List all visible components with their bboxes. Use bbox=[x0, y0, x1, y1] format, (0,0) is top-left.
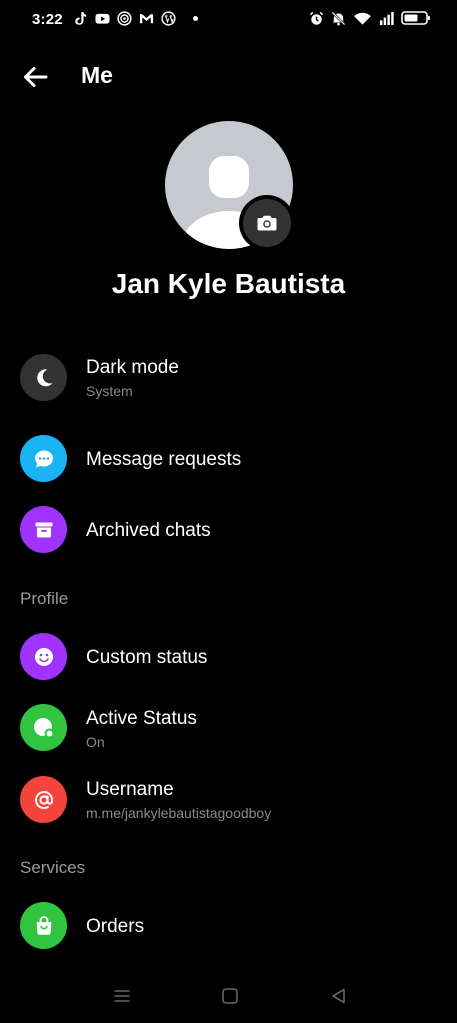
username-icon-circle bbox=[20, 776, 67, 823]
active-status-label: Active Status bbox=[86, 708, 197, 729]
moon-icon bbox=[36, 368, 52, 386]
menu-item-message-requests[interactable]: Message requests bbox=[0, 427, 457, 491]
wordpress-icon bbox=[161, 11, 176, 26]
recent-apps-icon[interactable] bbox=[111, 985, 133, 1007]
active-status-value: On bbox=[86, 734, 105, 750]
shopping-bag-icon bbox=[36, 915, 51, 935]
status-time: 3:22 bbox=[32, 11, 63, 28]
profile-name: Jan Kyle Bautista bbox=[111, 268, 346, 299]
home-button-icon[interactable] bbox=[219, 985, 241, 1007]
at-sign-icon bbox=[34, 790, 53, 809]
target-icon bbox=[117, 11, 132, 26]
archive-box-icon bbox=[35, 522, 52, 537]
menu-item-dark-mode[interactable]: Dark mode System bbox=[0, 345, 457, 409]
username-value: m.me/jankylebautistagoodboy bbox=[86, 805, 272, 821]
message-requests-icon-circle bbox=[20, 435, 67, 482]
wifi-icon bbox=[354, 12, 371, 25]
orders-label: Orders bbox=[86, 916, 145, 937]
alarm-icon bbox=[309, 11, 324, 25]
camera-icon bbox=[257, 215, 277, 231]
change-photo-button[interactable] bbox=[239, 195, 295, 251]
chat-bubble-icon bbox=[34, 450, 53, 467]
youtube-icon bbox=[95, 13, 110, 24]
message-requests-label: Message requests bbox=[86, 449, 242, 470]
menu-item-orders[interactable]: Orders bbox=[0, 894, 457, 958]
system-icons bbox=[309, 10, 431, 26]
dark-mode-value: System bbox=[86, 383, 133, 399]
active-status-icon bbox=[33, 717, 54, 738]
tiktok-icon bbox=[75, 11, 87, 25]
battery-icon bbox=[401, 11, 430, 25]
archived-chats-icon-circle bbox=[20, 506, 67, 553]
custom-status-label: Custom status bbox=[86, 647, 208, 668]
system-navigation-bar bbox=[0, 967, 457, 1023]
notification-icons bbox=[73, 11, 198, 26]
back-nav-icon[interactable] bbox=[328, 985, 350, 1007]
custom-status-icon-circle bbox=[20, 633, 67, 680]
menu-item-custom-status[interactable]: Custom status bbox=[0, 625, 457, 689]
more-notifications-dot bbox=[193, 16, 198, 21]
orders-icon-circle bbox=[20, 902, 67, 949]
section-header-profile: Profile bbox=[20, 589, 69, 608]
back-arrow-icon[interactable] bbox=[20, 62, 50, 92]
app-header: Me bbox=[0, 56, 457, 98]
menu-item-active-status[interactable]: Active Status On bbox=[0, 696, 457, 760]
gmail-icon bbox=[139, 14, 154, 24]
profile-picture[interactable] bbox=[165, 121, 295, 251]
menu-item-username[interactable]: Username m.me/jankylebautistagoodboy bbox=[0, 767, 457, 831]
username-label: Username bbox=[86, 779, 174, 800]
section-header-services: Services bbox=[20, 858, 86, 877]
smiley-icon bbox=[34, 647, 53, 666]
dark-mode-label: Dark mode bbox=[86, 357, 179, 378]
signal-icon bbox=[379, 11, 394, 25]
dark-mode-icon-circle bbox=[20, 354, 67, 401]
active-status-icon-circle bbox=[20, 704, 67, 751]
menu-item-archived-chats[interactable]: Archived chats bbox=[0, 498, 457, 562]
mute-icon bbox=[331, 11, 346, 25]
page-title: Me bbox=[81, 62, 113, 88]
archived-chats-label: Archived chats bbox=[86, 520, 211, 541]
status-bar: 3:22 bbox=[0, 0, 457, 40]
